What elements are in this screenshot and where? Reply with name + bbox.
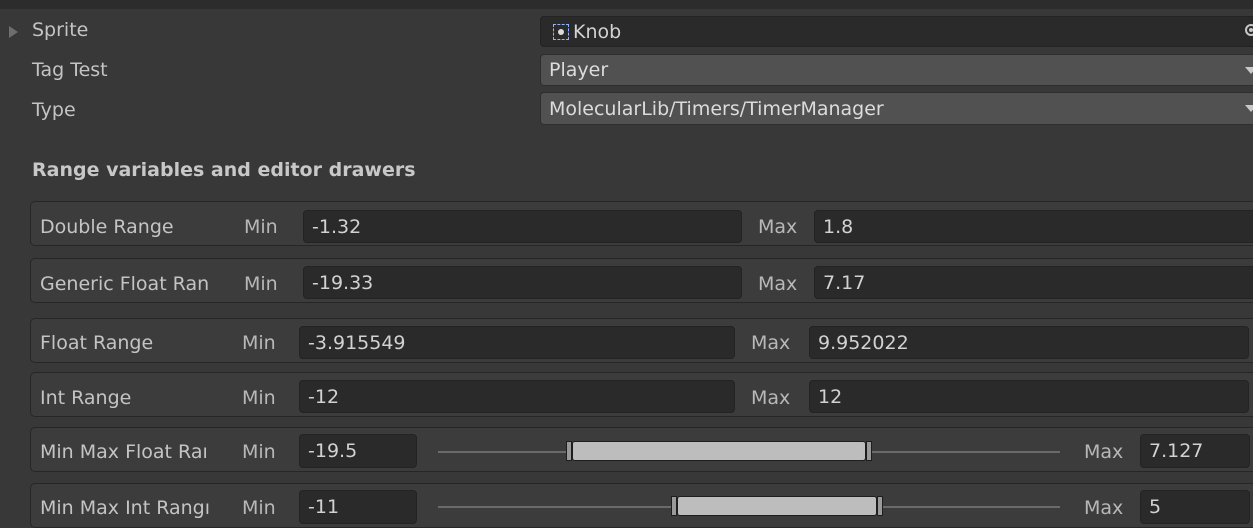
tag-test-value: Player — [549, 59, 609, 81]
tag-test-dropdown[interactable]: Player — [540, 54, 1253, 86]
chevron-down-icon — [1245, 67, 1253, 74]
min-max-int-range-min-field[interactable]: -11 — [299, 490, 417, 524]
max-value: 5 — [1149, 496, 1162, 518]
min-max-float-range-min-field[interactable]: -19.5 — [299, 434, 417, 468]
min-max-int-slider-right-handle[interactable] — [877, 496, 883, 516]
int-range-max-field[interactable]: 12 — [809, 380, 1249, 413]
generic-float-range-label: Generic Float Ran — [40, 273, 210, 295]
float-range-label: Float Range — [40, 332, 154, 354]
int-range-min-field[interactable]: -12 — [299, 380, 735, 413]
min-value: -3.915549 — [308, 331, 406, 354]
sprite-object-field[interactable]: Knob — [540, 16, 1253, 47]
generic-float-range-min-field[interactable]: -19.33 — [303, 266, 742, 299]
chevron-down-icon — [1245, 105, 1253, 112]
tag-test-label: Tag Test — [32, 59, 108, 81]
min-label[interactable]: Min — [242, 332, 276, 354]
sprite-icon — [553, 23, 569, 40]
max-label[interactable]: Max — [758, 273, 797, 295]
min-max-int-slider-range[interactable] — [677, 496, 877, 516]
min-label[interactable]: Min — [242, 497, 276, 519]
min-max-int-range-label: Min Max Int Rangı — [40, 497, 211, 519]
double-range-min-field[interactable]: -1.32 — [303, 210, 742, 243]
min-label[interactable]: Min — [244, 216, 278, 238]
type-dropdown[interactable]: MolecularLib/Timers/TimerManager — [540, 92, 1253, 125]
object-picker-icon[interactable] — [1245, 24, 1253, 36]
max-value: 7.127 — [1149, 440, 1204, 462]
type-label: Type — [32, 99, 76, 121]
min-value: -19.5 — [308, 440, 358, 462]
type-value: MolecularLib/Timers/TimerManager — [549, 97, 884, 120]
double-range-label: Double Range — [40, 216, 174, 238]
min-max-slider-right-handle[interactable] — [866, 441, 872, 461]
foldout-arrow-icon[interactable] — [9, 26, 18, 38]
min-value: -12 — [308, 385, 340, 408]
min-value: -19.33 — [312, 271, 374, 294]
sprite-label: Sprite — [32, 19, 89, 41]
min-value: -1.32 — [312, 215, 362, 238]
float-range-max-field[interactable]: 9.952022 — [809, 326, 1249, 359]
min-max-float-range-label: Min Max Float Raı — [40, 441, 208, 463]
min-value: -11 — [308, 496, 340, 518]
min-label[interactable]: Min — [242, 387, 276, 409]
max-value: 12 — [818, 385, 843, 408]
generic-float-range-max-field[interactable]: 7.17 — [814, 266, 1253, 299]
max-label[interactable]: Max — [1084, 441, 1123, 463]
min-max-slider-range[interactable] — [572, 441, 866, 461]
max-label[interactable]: Max — [1084, 497, 1123, 519]
max-label[interactable]: Max — [751, 387, 790, 409]
max-label[interactable]: Max — [751, 332, 790, 354]
min-label[interactable]: Min — [242, 441, 276, 463]
top-band — [0, 0, 1253, 9]
section-header: Range variables and editor drawers — [32, 159, 416, 181]
max-value: 7.17 — [823, 271, 866, 294]
min-label[interactable]: Min — [244, 273, 278, 295]
sprite-value: Knob — [573, 20, 622, 43]
int-range-label: Int Range — [40, 387, 132, 409]
max-value: 9.952022 — [818, 331, 909, 354]
max-value: 1.8 — [823, 215, 854, 238]
min-max-float-range-max-field[interactable]: 7.127 — [1140, 434, 1250, 468]
float-range-min-field[interactable]: -3.915549 — [299, 326, 735, 359]
min-max-int-range-max-field[interactable]: 5 — [1140, 490, 1250, 524]
double-range-max-field[interactable]: 1.8 — [814, 210, 1253, 243]
max-label[interactable]: Max — [758, 216, 797, 238]
